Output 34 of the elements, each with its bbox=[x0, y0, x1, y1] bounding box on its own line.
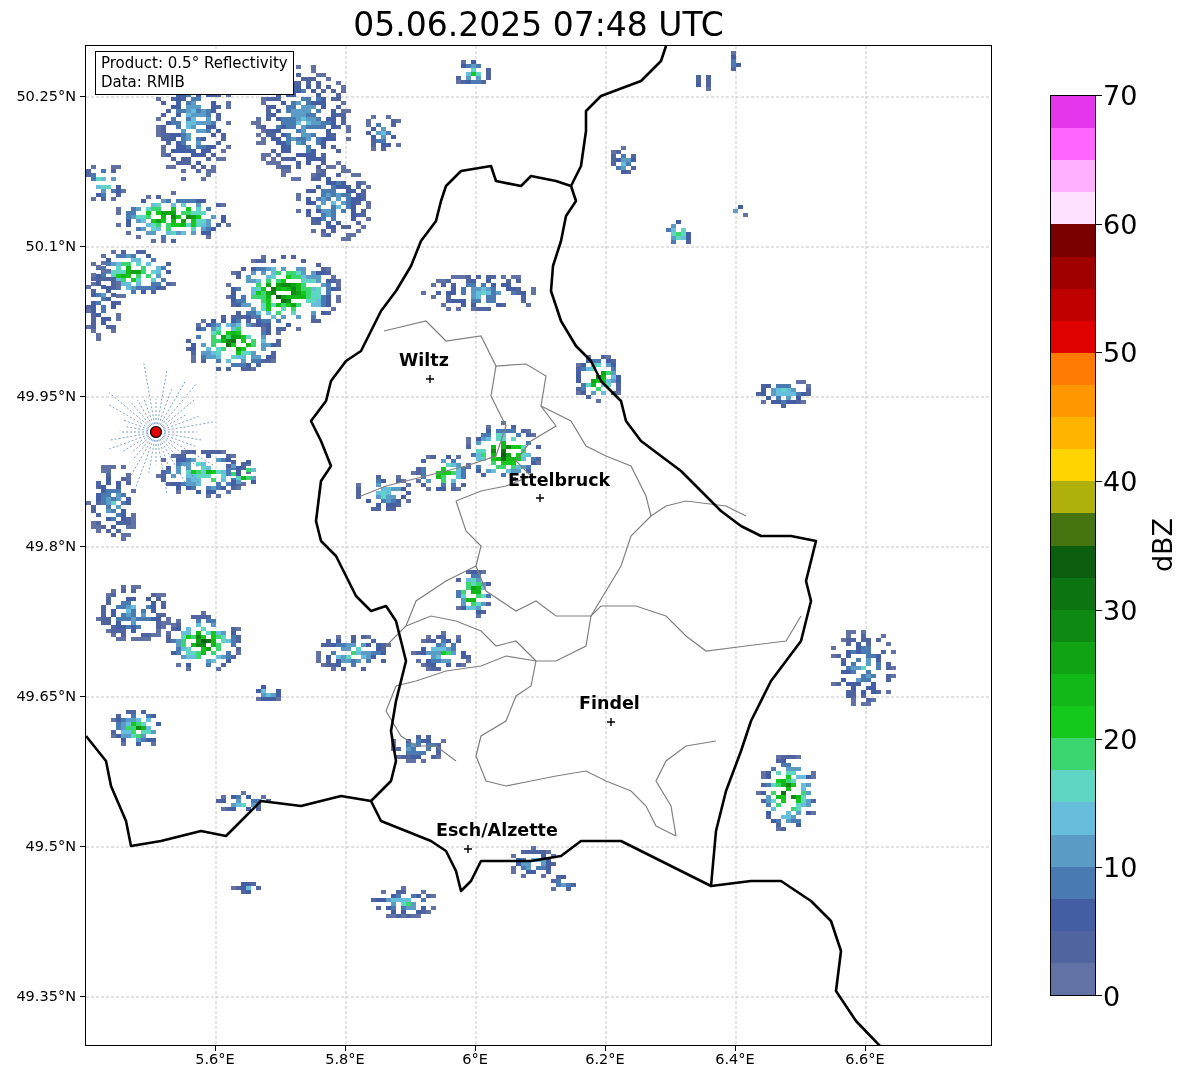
city-marker-icon bbox=[425, 374, 435, 384]
latitude-label: 49.65°N bbox=[16, 688, 76, 704]
city-label: Wiltz bbox=[399, 351, 449, 370]
colorbar-label: dBZ bbox=[1146, 517, 1178, 573]
longitude-label: 6.2°E bbox=[585, 1051, 625, 1067]
latitude-label: 50.25°N bbox=[16, 88, 76, 104]
info-text: Product: 0.5° Reflectivity bbox=[101, 54, 288, 73]
tick-label: 50 bbox=[1103, 338, 1138, 366]
city-label: Ettelbruck bbox=[508, 471, 611, 490]
longitude-label: 5.6°E bbox=[195, 1051, 235, 1067]
latitude-label: 49.35°N bbox=[16, 988, 76, 1004]
longitude-label: 6.4°E bbox=[715, 1051, 755, 1067]
city-marker-icon bbox=[535, 493, 545, 503]
tick-label: 40 bbox=[1103, 467, 1138, 495]
city-label: Findel bbox=[579, 694, 640, 713]
latitude-label: 50.1°N bbox=[25, 238, 76, 254]
latitude-label: 49.5°N bbox=[25, 838, 76, 854]
tick-label: 0 bbox=[1103, 982, 1121, 1010]
latitude-label: 49.95°N bbox=[16, 388, 76, 404]
chart-title: 05.06.2025 07:48 UTC bbox=[352, 4, 725, 45]
city-marker-icon bbox=[606, 717, 616, 727]
tick-label: 20 bbox=[1103, 725, 1138, 753]
tick-label: 30 bbox=[1103, 596, 1138, 624]
radar-site-marker bbox=[149, 425, 163, 439]
city-label: Esch/Alzette bbox=[436, 821, 558, 840]
longitude-label: 5.8°E bbox=[325, 1051, 365, 1067]
longitude-label: 6.6°E bbox=[845, 1051, 885, 1067]
tick-label: 10 bbox=[1103, 853, 1138, 881]
tick-label: 70 bbox=[1103, 81, 1138, 109]
longitude-label: 6°E bbox=[462, 1051, 488, 1067]
info-text: Data: RMIB bbox=[101, 73, 186, 92]
tick-label: 60 bbox=[1103, 210, 1138, 238]
city-marker-icon bbox=[463, 844, 473, 854]
latitude-label: 49.8°N bbox=[25, 538, 76, 554]
